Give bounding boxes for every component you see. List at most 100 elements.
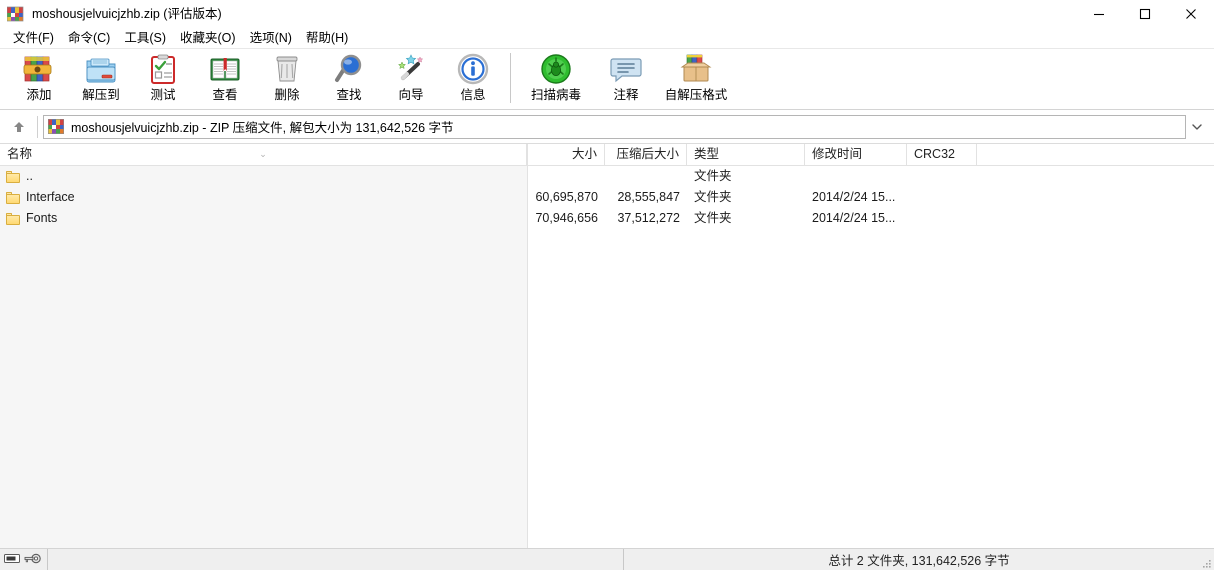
cell-name-text: Interface [26,190,75,204]
column-header-name[interactable]: 名称 ⌄ [0,144,527,165]
address-dropdown-button[interactable] [1186,115,1208,139]
window-controls [1076,0,1214,28]
resize-grip-icon[interactable] [1200,556,1212,568]
title-bar-left: moshousjelvuicjzhb.zip (评估版本) [0,6,222,22]
menu-item-tools[interactable]: 工具(S) [117,28,173,48]
file-list-header: 名称 ⌄ 大小 压缩后大小 类型 修改时间 CRC32 [0,144,1214,166]
menu-item-help[interactable]: 帮助(H) [299,28,355,48]
winrar-window: moshousjelvuicjzhb.zip (评估版本) 文件(F) 命令(C… [0,0,1214,570]
toolbar-button-test[interactable]: 测试 [132,49,194,109]
column-header-packed-size[interactable]: 压缩后大小 [605,144,687,165]
close-button[interactable] [1168,0,1214,28]
toolbar-label-sfx: 自解压格式 [664,88,728,102]
magnifier-icon [333,53,365,85]
column-header-modified[interactable]: 修改时间 [805,144,907,165]
drive-icon[interactable] [4,551,20,569]
cell-type: 文件夹 [694,211,732,225]
comment-bubble-icon [610,53,642,85]
cell-name: Interface [0,187,527,208]
table-row[interactable]: Interface 60,695,870 28,555,847 文件夹 2014… [0,187,1214,208]
cell-size: 60,695,870 [535,190,598,204]
maximize-icon [1139,8,1151,20]
toolbar: 添加 解压到 测试 查看 删除 查找 向导 信息 扫描病毒 注释 自解压格式 [0,48,1214,110]
status-bar-summary-zone: 总计 2 文件夹, 131,642,526 字节 [624,549,1214,570]
toolbar-label-scan-virus: 扫描病毒 [530,88,581,102]
toolbar-label-test: 测试 [150,88,176,102]
status-bar-summary: 总计 2 文件夹, 131,642,526 字节 [828,554,1010,568]
cell-size: 70,946,656 [535,211,598,225]
key-icon[interactable] [24,551,41,569]
view-book-icon [209,53,241,85]
sfx-box-icon [680,53,712,85]
archive-path-field[interactable]: moshousjelvuicjzhb.zip - ZIP 压缩文件, 解包大小为… [43,114,1186,139]
toolbar-label-comment: 注释 [613,88,639,102]
toolbar-label-add: 添加 [26,88,52,102]
status-bar-icons [0,548,48,570]
toolbar-button-add[interactable]: 添加 [8,49,70,109]
trash-icon [271,53,303,85]
menu-item-file[interactable]: 文件(F) [6,28,61,48]
cell-modified: 2014/2/24 15... [812,211,896,225]
cell-packed-size: 37,512,272 [617,211,680,225]
toolbar-button-delete[interactable]: 删除 [256,49,318,109]
toolbar-button-scan-virus[interactable]: 扫描病毒 [517,49,595,109]
column-sort-grip-icon: ⌄ [259,149,267,159]
up-one-level-button[interactable] [4,114,34,140]
status-bar-spacer [48,548,624,570]
file-list-rows: .. 文件夹 Interface 60,695,870 28,555,847 文… [0,166,1214,548]
column-header-crc32[interactable]: CRC32 [907,144,977,165]
pane-divider[interactable] [527,144,528,548]
title-bar: moshousjelvuicjzhb.zip (评估版本) [0,0,1214,28]
file-list-area: 名称 ⌄ 大小 压缩后大小 类型 修改时间 CRC32 .. 文件夹 Inter… [0,144,1214,548]
toolbar-label-info: 信息 [460,88,486,102]
cell-name: .. [0,166,527,187]
chevron-down-icon [1192,123,1202,130]
toolbar-button-sfx[interactable]: 自解压格式 [657,49,735,109]
toolbar-button-info[interactable]: 信息 [442,49,504,109]
up-arrow-icon [14,121,24,132]
window-title: moshousjelvuicjzhb.zip (评估版本) [32,7,222,21]
extract-folder-icon [85,53,117,85]
column-header-size[interactable]: 大小 [527,144,605,165]
minimize-icon [1094,13,1104,16]
toolbar-button-wizard[interactable]: 向导 [380,49,442,109]
magic-wand-icon [395,53,427,85]
toolbar-label-find: 查找 [336,88,362,102]
cell-name: Fonts [0,208,527,229]
toolbar-separator [510,53,511,103]
maximize-button[interactable] [1122,0,1168,28]
column-header-type[interactable]: 类型 [687,144,805,165]
toolbar-button-comment[interactable]: 注释 [595,49,657,109]
winrar-books-icon [48,119,64,134]
cell-name-text: Fonts [26,211,58,225]
toolbar-label-extract-to: 解压到 [82,88,120,102]
status-bar: 总计 2 文件夹, 131,642,526 字节 [0,548,1214,570]
info-circle-icon [457,53,489,85]
close-icon [1186,9,1196,19]
menu-item-options[interactable]: 选项(N) [243,28,299,48]
toolbar-button-extract-to[interactable]: 解压到 [70,49,132,109]
menu-item-favorites[interactable]: 收藏夹(O) [173,28,243,48]
toolbar-button-find[interactable]: 查找 [318,49,380,109]
menu-item-commands[interactable]: 命令(C) [61,28,117,48]
table-row[interactable]: .. 文件夹 [0,166,1214,187]
address-bar: moshousjelvuicjzhb.zip - ZIP 压缩文件, 解包大小为… [0,110,1214,144]
minimize-button[interactable] [1076,0,1122,28]
cell-packed-size: 28,555,847 [617,190,680,204]
virus-scan-icon [540,53,572,85]
menu-bar: 文件(F) 命令(C) 工具(S) 收藏夹(O) 选项(N) 帮助(H) [0,28,1214,48]
cell-type: 文件夹 [694,169,732,183]
add-archive-icon [23,53,55,85]
cell-name-text: .. [26,169,33,183]
address-divider [37,115,38,138]
cell-modified: 2014/2/24 15... [812,190,896,204]
cell-type: 文件夹 [694,190,732,204]
archive-path-text: moshousjelvuicjzhb.zip - ZIP 压缩文件, 解包大小为… [71,121,454,135]
toolbar-label-wizard: 向导 [398,88,424,102]
toolbar-label-view: 查看 [212,88,238,102]
table-row[interactable]: Fonts 70,946,656 37,512,272 文件夹 2014/2/2… [0,208,1214,229]
folder-icon [6,212,20,225]
toolbar-button-view[interactable]: 查看 [194,49,256,109]
folder-up-icon [6,170,20,183]
winrar-books-icon [6,6,24,22]
